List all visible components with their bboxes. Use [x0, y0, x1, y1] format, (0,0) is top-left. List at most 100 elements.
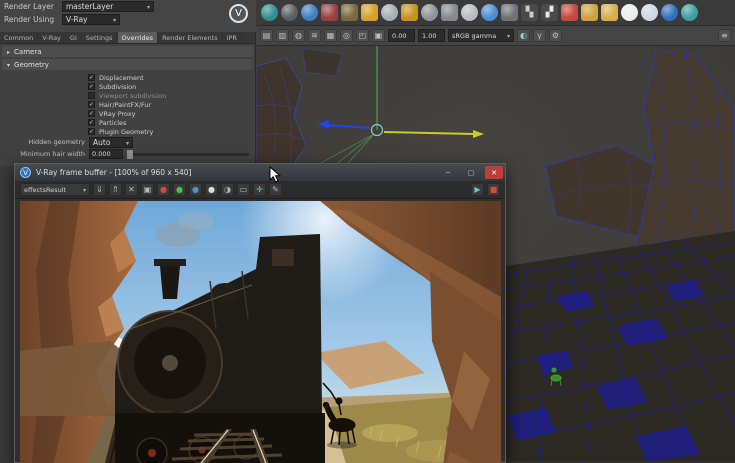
vray-window-icon: V — [20, 167, 31, 178]
exposure-field[interactable]: 0.00 — [388, 29, 415, 42]
dark-sphere-tool-icon[interactable] — [281, 4, 298, 21]
cloud-alt-icon[interactable] — [641, 4, 658, 21]
checker-bw-icon[interactable]: ▞ — [541, 4, 558, 21]
option-viewport-subdivision[interactable]: Viewport subdivision — [0, 91, 255, 100]
option-particles[interactable]: ✓ Particles — [0, 118, 255, 127]
close-button[interactable]: ✕ — [485, 166, 503, 179]
tab-common[interactable]: Common — [0, 32, 38, 43]
checkbox[interactable]: ✓ — [88, 74, 95, 81]
blue-channel-icon[interactable]: ● — [189, 183, 202, 196]
depth-of-field-icon[interactable]: ◎ — [340, 29, 353, 42]
vfb-right-icons: ▶■ — [471, 183, 500, 196]
spheres-pair-icon[interactable] — [381, 4, 398, 21]
duplicate-buffer-icon[interactable]: ▣ — [141, 183, 154, 196]
vfb-toolbar: effectsResult ⇓⇑✕▣●●●●◑▭✛✎ ▶■ — [15, 181, 505, 199]
option-subdivision[interactable]: ✓ Subdivision — [0, 82, 255, 91]
folder-open-icon[interactable] — [601, 4, 618, 21]
checkbox[interactable]: ✓ — [88, 119, 95, 126]
minimize-button[interactable]: ─ — [439, 166, 457, 179]
hidden-geometry-label: Hidden geometry — [2, 138, 85, 146]
chevron-down-icon — [110, 15, 116, 24]
trophy-icon[interactable] — [361, 4, 378, 21]
hidden-geometry-dropdown[interactable]: Auto — [89, 137, 133, 148]
stop-render-icon[interactable]: ■ — [487, 183, 500, 196]
load-image-icon[interactable]: ⇑ — [109, 183, 122, 196]
gear-icon[interactable]: ⚙ — [549, 29, 562, 42]
motion-blur-icon[interactable]: ≋ — [308, 29, 321, 42]
blue-sphere-icon[interactable] — [481, 4, 498, 21]
tab-ipr[interactable]: IPR — [223, 32, 242, 43]
blue-globe-icon[interactable] — [661, 4, 678, 21]
folder-icon[interactable] — [581, 4, 598, 21]
tab-vray[interactable]: V-Ray — [38, 32, 66, 43]
colorspace-value: sRGB gamma — [452, 32, 496, 40]
vfb-layer-value: effectsResult — [24, 186, 66, 194]
color-ramp-icon[interactable] — [561, 4, 578, 21]
min-hair-width-input[interactable]: 0.000 — [89, 149, 123, 159]
checkbox[interactable]: ✓ — [88, 128, 95, 135]
paint-bucket-icon[interactable] — [341, 4, 358, 21]
checkbox[interactable]: ✓ — [88, 110, 95, 117]
min-hair-width-slider[interactable] — [127, 153, 249, 156]
tab-overrides[interactable]: Overrides — [118, 32, 159, 43]
contrast-field[interactable]: 1.00 — [418, 29, 445, 42]
xray-icon[interactable]: ▣ — [372, 29, 385, 42]
save-image-icon[interactable]: ⇓ — [93, 183, 106, 196]
stamp-icon[interactable]: ✎ — [269, 183, 282, 196]
region-render-icon[interactable]: ▭ — [237, 183, 250, 196]
gray-sphere-icon[interactable] — [421, 4, 438, 21]
tab-gi[interactable]: GI — [66, 32, 82, 43]
clear-image-icon[interactable]: ✕ — [125, 183, 138, 196]
render-using-value: V-Ray — [66, 15, 87, 24]
panel-menu-icon[interactable]: ≡ — [718, 29, 731, 42]
green-channel-icon[interactable]: ● — [173, 183, 186, 196]
magnet-icon[interactable] — [321, 4, 338, 21]
texture-checker-icon[interactable]: ▚ — [521, 4, 538, 21]
teal-sphere-tool-icon[interactable] — [261, 4, 278, 21]
ambient-occlusion-icon[interactable]: ◍ — [292, 29, 305, 42]
isolate-select-icon[interactable]: ◰ — [356, 29, 369, 42]
cloud-icon[interactable] — [621, 4, 638, 21]
section-camera[interactable]: Camera — [2, 46, 253, 57]
monochrome-icon[interactable]: ◑ — [221, 183, 234, 196]
vfb-rendered-image[interactable] — [20, 201, 501, 463]
gamma-toggle-icon[interactable]: γ — [533, 29, 546, 42]
earth-globe-icon[interactable] — [301, 4, 318, 21]
vfb-titlebar[interactable]: V V-Ray frame buffer - [100% of 960 x 54… — [15, 164, 505, 181]
vray-frame-buffer-window[interactable]: V V-Ray frame buffer - [100% of 960 x 54… — [14, 163, 506, 463]
mouse-cursor — [269, 166, 282, 184]
checkbox-label: Viewport subdivision — [99, 92, 166, 100]
checkbox[interactable]: ✓ — [88, 101, 95, 108]
chevron-down-icon — [504, 32, 510, 40]
teal-node-icon[interactable] — [681, 4, 698, 21]
tab-render-elements[interactable]: Render Elements — [158, 32, 223, 43]
gold-cup-icon[interactable] — [401, 4, 418, 21]
render-layer-dropdown[interactable]: masterLayer — [62, 1, 154, 12]
vray-logo-icon: V — [229, 4, 248, 23]
checkbox[interactable]: ✓ — [88, 83, 95, 90]
option-plugin-geometry[interactable]: ✓ Plugin Geometry — [0, 127, 255, 136]
exposure-toggle-icon[interactable]: ◐ — [517, 29, 530, 42]
red-channel-icon[interactable]: ● — [157, 183, 170, 196]
multisampling-icon[interactable]: ▦ — [324, 29, 337, 42]
lighting-icon[interactable]: ▤ — [260, 29, 273, 42]
slider-handle[interactable] — [127, 150, 133, 159]
option-vray-proxy[interactable]: ✓ VRay Proxy — [0, 109, 255, 118]
checkbox[interactable] — [88, 92, 95, 99]
track-mouse-icon[interactable]: ✛ — [253, 183, 266, 196]
maximize-button[interactable]: ▢ — [462, 166, 480, 179]
plane-primitive-icon[interactable] — [501, 4, 518, 21]
chevron-down-icon — [80, 186, 86, 194]
shadows-icon[interactable]: ▥ — [276, 29, 289, 42]
colorspace-dropdown[interactable]: sRGB gamma — [448, 29, 514, 42]
cone-primitive-icon[interactable] — [441, 4, 458, 21]
option-displacement[interactable]: ✓ Displacement — [0, 73, 255, 82]
alpha-channel-icon[interactable]: ● — [205, 183, 218, 196]
checker-sphere-icon[interactable] — [461, 4, 478, 21]
render-using-dropdown[interactable]: V-Ray — [62, 14, 120, 25]
vfb-layer-dropdown[interactable]: effectsResult — [20, 183, 90, 196]
tab-settings[interactable]: Settings — [82, 32, 118, 43]
option-hair-paintfx-fur[interactable]: ✓ Hair/PaintFX/Fur — [0, 100, 255, 109]
render-last-icon[interactable]: ▶ — [471, 183, 484, 196]
section-geometry[interactable]: Geometry — [2, 59, 253, 70]
